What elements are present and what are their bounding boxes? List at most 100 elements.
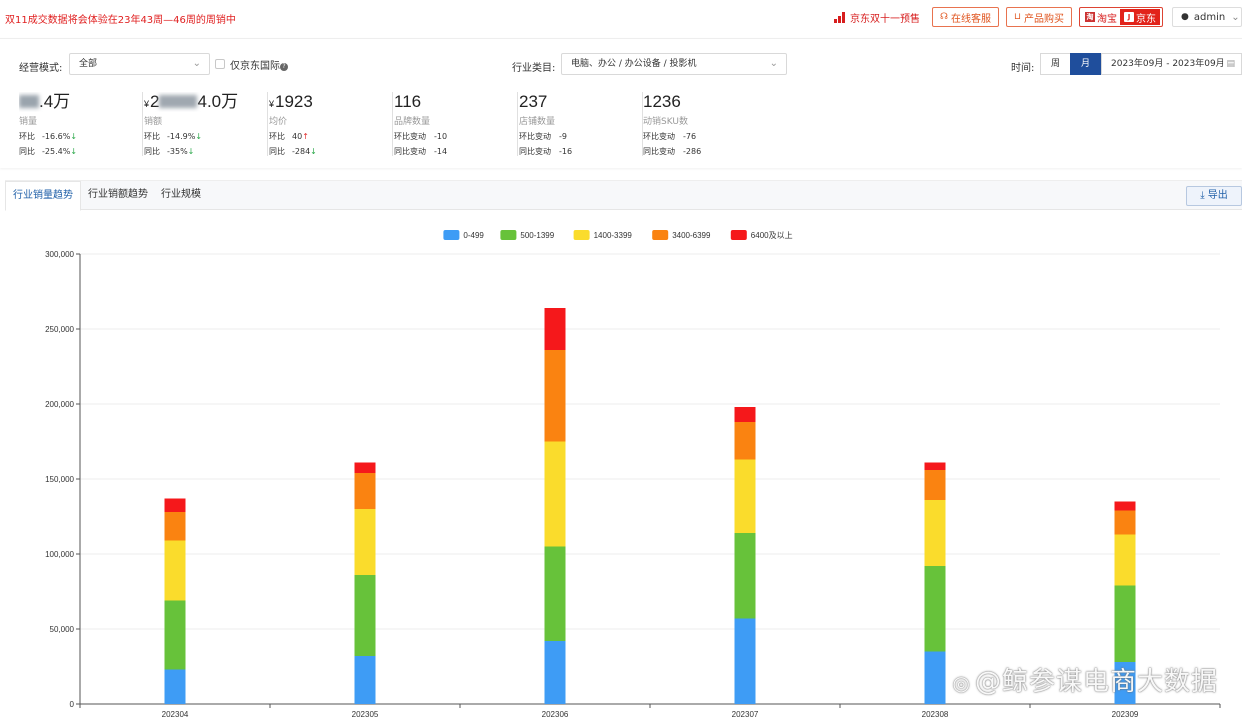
bar-segment [164, 600, 186, 670]
bar-segment [354, 473, 376, 509]
bar-segment [544, 546, 566, 641]
bar-segment [734, 459, 756, 533]
masked-value [159, 95, 198, 108]
bar-segment [924, 651, 946, 704]
kpi-mom: 环比变动 -9 [519, 131, 642, 142]
legend-swatch [652, 230, 669, 240]
period-month-button[interactable]: 月 [1070, 53, 1101, 75]
tab-sales-volume-trend[interactable]: 行业销量趋势 [5, 181, 81, 211]
kpi-sales-volume: .4万 销量 环比 -16.6%↓ 同比 -25.4%↓ [19, 92, 143, 156]
kpi-row-value: -16 [559, 147, 573, 156]
online-service-button[interactable]: ☊ 在线客服 [931, 7, 999, 27]
kpi-row-value: -284 [292, 147, 311, 156]
bar-segment [164, 498, 186, 512]
y-tick-label: 200,000 [45, 400, 74, 409]
arrow-down-icon: ↓ [310, 147, 317, 156]
bar-segment [1114, 585, 1136, 662]
kpi-row-value: -286 [683, 147, 702, 156]
kpi-label: 品牌数量 [394, 117, 431, 127]
masked-value [19, 95, 39, 108]
kpi-avg-price: ¥1923 均价 环比 40↑ 同比 -284↓ [269, 92, 393, 156]
bar-segment [924, 500, 946, 566]
platform-taobao[interactable]: 淘淘宝 [1082, 10, 1120, 25]
kpi-row-key: 环比 [269, 132, 285, 141]
y-tick-label: 150,000 [45, 475, 74, 484]
kpi-row-key: 环比变动 [643, 132, 675, 141]
export-button[interactable]: ⤓ 导出 [1186, 186, 1242, 206]
kpi-yoy: 同比 -284↓ [269, 146, 392, 157]
date-range-picker[interactable]: 2023年09月 - 2023年09月 ▤ [1101, 53, 1242, 75]
top-bar: 双11成交数据将会体验在23年43周—46周的周销中 京东双十一预售 ☊ 在线客… [0, 0, 1242, 36]
legend-swatch [730, 230, 747, 240]
watermark-text: @鲸参谋电商大数据 [974, 667, 1218, 697]
stacked-bar-chart: 0 50,000 100,000 150,000 200,000 250,000 300,0… [45, 230, 1221, 719]
category-label: 行业类目: [512, 63, 556, 74]
legend-swatch [573, 230, 590, 240]
tab-industry-scale[interactable]: 行业规模 [154, 181, 208, 210]
legend-label: 6400及以上 [751, 231, 793, 240]
category-value: 电脑、办公 / 办公设备 / 投影机 [571, 59, 697, 69]
user-menu[interactable]: ● admin ⌄ [1172, 7, 1242, 27]
bar-segment [354, 575, 376, 656]
tab-sales-amount-trend[interactable]: 行业销额趋势 [81, 181, 155, 210]
jd-intl-checkbox[interactable] [215, 59, 225, 69]
mode-select[interactable]: 全部 ⌄ [69, 53, 210, 75]
kpi-value: 1236 [643, 92, 681, 111]
kpi-row-key: 环比变动 [519, 132, 551, 141]
kpi-row-key: 同比 [19, 147, 35, 156]
download-icon: ⤓ [1200, 190, 1205, 201]
jd-label: 京东 [1136, 13, 1156, 25]
y-tick-label: 100,000 [45, 550, 74, 559]
bar-chart-icon [833, 11, 845, 23]
kpi-mom: 环比 -16.6%↓ [19, 131, 142, 142]
kpi-row-key: 同比变动 [643, 147, 675, 156]
kpi-label: 店铺数量 [519, 117, 556, 127]
purchase-button[interactable]: ⊔ 产品购买 [1005, 7, 1072, 27]
kpi-mom: 环比 -14.9%↓ [144, 131, 267, 142]
legend-label: 0-499 [463, 231, 484, 240]
kpi-label: 动销SKU数 [643, 117, 688, 127]
bar-segment [544, 350, 566, 442]
kpi-value-suffix: 4.0万 [197, 92, 239, 111]
kpi-value-text: 2 [150, 92, 160, 111]
x-tick-label: 202305 [352, 710, 379, 719]
kpi-row-value: -9 [559, 132, 567, 141]
jd-intl-label: 仅京东国际? [230, 57, 288, 72]
kpi-brand-count: 116 品牌数量 环比变动 -10 同比变动 -14 [394, 92, 518, 156]
jd-intl-text: 仅京东国际 [230, 61, 280, 72]
kpi-yoy: 同比变动 -14 [394, 146, 517, 157]
y-tick-label: 300,000 [45, 250, 74, 259]
currency-symbol: ¥ [269, 99, 275, 109]
kpi-row-key: 同比 [269, 147, 285, 156]
kpi-label: 销额 [144, 117, 163, 127]
sales-volume-chart: 0 50,000 100,000 150,000 200,000 250,000 300,0… [0, 212, 1242, 724]
bar-segment [164, 512, 186, 541]
category-select[interactable]: 电脑、办公 / 办公设备 / 投影机 ⌄ [561, 53, 787, 75]
kpi-store-count: 237 店铺数量 环比变动 -9 同比变动 -16 [519, 92, 643, 156]
platform-jd[interactable]: J 京东 [1120, 9, 1160, 25]
kpi-mom: 环比变动 -76 [643, 131, 767, 142]
bar-segment [1114, 534, 1136, 586]
bar-segment [354, 656, 376, 704]
info-icon[interactable]: ? [280, 63, 288, 71]
y-tick-label: 250,000 [45, 325, 74, 334]
chevron-down-icon: ⌄ [1231, 11, 1240, 23]
taobao-icon: 淘 [1085, 12, 1095, 22]
arrow-down-icon: ↓ [187, 147, 195, 156]
kpi-mom: 环比 40↑ [269, 131, 392, 142]
legend-label: 3400-6399 [672, 231, 711, 240]
kpi-row-key: 同比 [144, 147, 160, 156]
bar-segment [544, 641, 566, 704]
platform-switch[interactable]: 淘淘宝 J 京东 [1079, 7, 1163, 27]
kpi-label: 均价 [269, 117, 288, 127]
double11-preview-link[interactable]: 京东双十一预售 [833, 10, 920, 25]
kpi-yoy: 同比变动 -16 [519, 146, 642, 157]
kpi-value-text: 1923 [275, 92, 313, 111]
period-week-button[interactable]: 周 [1040, 53, 1071, 75]
legend-label: 1400-3399 [594, 231, 633, 240]
x-tick-label: 202306 [542, 710, 569, 719]
kpi-row-value: -10 [434, 132, 448, 141]
bar-segment [734, 618, 756, 704]
kpi-row-value: -76 [683, 132, 697, 141]
time-label: 时间: [1011, 63, 1035, 74]
